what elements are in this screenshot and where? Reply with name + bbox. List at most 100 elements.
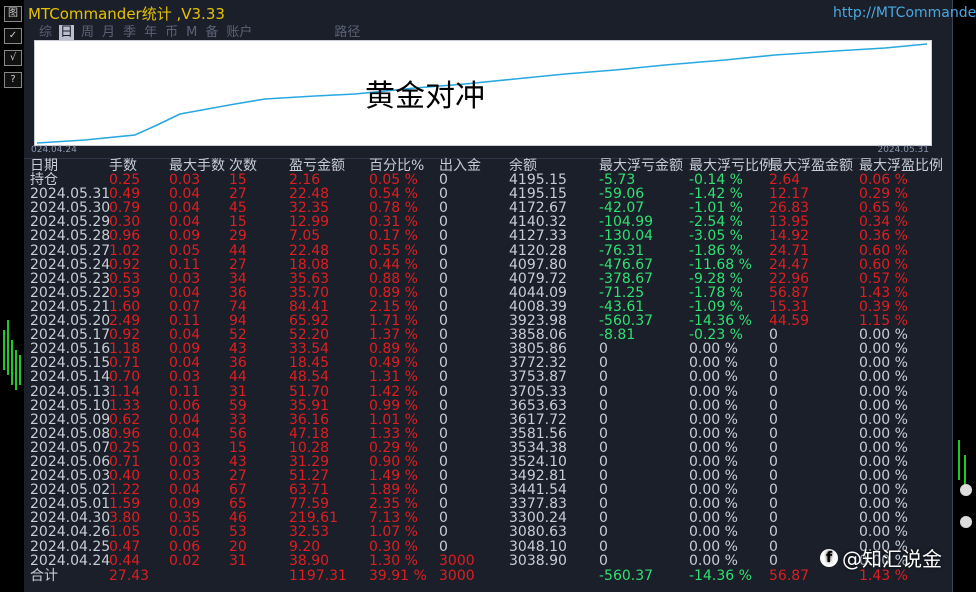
side-button-help[interactable]: ? bbox=[4, 72, 22, 88]
table-cell: 0 bbox=[439, 383, 448, 400]
table-cell: 2024.05.21 bbox=[30, 298, 111, 315]
table-cell: 0 bbox=[439, 341, 448, 358]
table-cell: 2024.05.10 bbox=[30, 397, 111, 414]
tab-week[interactable]: 周 bbox=[80, 25, 95, 41]
table-cell: 0 bbox=[599, 425, 608, 442]
table-cell: 0 bbox=[769, 411, 778, 428]
table-cell: 1.01 % bbox=[369, 411, 418, 428]
table-cell: -476.67 bbox=[599, 256, 654, 273]
header-max-lots[interactable]: 最大手数 bbox=[169, 159, 225, 173]
table-cell: 32.35 bbox=[289, 200, 330, 217]
table-cell: 4127.33 bbox=[509, 228, 567, 245]
table-cell: 0.00 % bbox=[689, 468, 738, 485]
table-cell: 48.54 bbox=[289, 369, 330, 386]
tab-summary[interactable]: 综 bbox=[38, 25, 53, 41]
header-count[interactable]: 次数 bbox=[229, 159, 257, 173]
tab-magic[interactable]: M bbox=[185, 25, 198, 41]
table-cell: 0 bbox=[769, 327, 778, 344]
table-cell: 0.35 bbox=[169, 510, 201, 527]
tab-day[interactable]: 日 bbox=[59, 25, 75, 41]
table-cell: 0.55 % bbox=[369, 242, 418, 259]
table-cell: 15 bbox=[229, 172, 247, 189]
table-cell: 0.00 % bbox=[859, 439, 908, 456]
table-cell: 0 bbox=[769, 453, 778, 470]
header-max-drawdown[interactable]: 最大浮亏金额 bbox=[599, 159, 683, 173]
header-balance[interactable]: 余额 bbox=[509, 159, 537, 173]
period-tabs: 综 日 周 月 季 年 币 M 备 账户 路径 bbox=[38, 25, 361, 41]
table-cell: 0 bbox=[439, 228, 448, 245]
header-lots[interactable]: 手数 bbox=[109, 159, 137, 173]
table-cell: 51.70 bbox=[289, 383, 330, 400]
table-cell: 27 bbox=[229, 468, 247, 485]
table-cell: 0 bbox=[439, 496, 448, 513]
table-cell: 33 bbox=[229, 411, 247, 428]
tab-note[interactable]: 备 bbox=[204, 25, 219, 41]
table-cell: 31 bbox=[229, 552, 247, 569]
header-max-floating-profit[interactable]: 最大浮盈金额 bbox=[769, 159, 853, 173]
table-cell: 0.00 % bbox=[689, 397, 738, 414]
table-cell: 0.00 % bbox=[689, 355, 738, 372]
stats-panel: MTCommander统计 ,V3.33 http://MTCommander … bbox=[24, 0, 976, 592]
table-cell: 10.28 bbox=[289, 439, 330, 456]
table-cell: 0 bbox=[439, 397, 448, 414]
table-cell: 2024.05.07 bbox=[30, 439, 111, 456]
table-cell: -0.14 % bbox=[689, 172, 743, 189]
table-cell: 1.30 % bbox=[369, 552, 418, 569]
table-cell: 合计 bbox=[30, 567, 58, 584]
side-button-3[interactable]: √ bbox=[4, 50, 22, 66]
table-cell: 0 bbox=[599, 397, 608, 414]
table-cell: 0.00 % bbox=[859, 510, 908, 527]
table-cell: 44.59 bbox=[769, 313, 810, 330]
table-cell: 0.00 % bbox=[689, 496, 738, 513]
tab-month[interactable]: 月 bbox=[101, 25, 116, 41]
table-cell: 2024.05.20 bbox=[30, 313, 111, 330]
table-cell: 35.91 bbox=[289, 397, 330, 414]
header-max-floating-profit-pct[interactable]: 最大浮盈比例 bbox=[859, 159, 943, 173]
tab-account[interactable]: 账户 bbox=[225, 25, 253, 41]
header-percent[interactable]: 百分比% bbox=[369, 159, 424, 173]
table-cell: 2024.04.30 bbox=[30, 510, 111, 527]
table-cell: 2.35 % bbox=[369, 496, 418, 513]
table-cell: 35.63 bbox=[289, 270, 330, 287]
table-cell: 4079.72 bbox=[509, 270, 567, 287]
table-cell: 36.16 bbox=[289, 411, 330, 428]
table-cell: 1.14 bbox=[109, 383, 141, 400]
tab-year[interactable]: 年 bbox=[143, 25, 158, 41]
table-cell: 0.00 % bbox=[689, 453, 738, 470]
table-cell: 0.00 % bbox=[689, 383, 738, 400]
table-cell: 43 bbox=[229, 453, 247, 470]
table-cell: 0.60 % bbox=[859, 256, 908, 273]
side-button-2[interactable]: ✓ bbox=[4, 28, 22, 44]
tab-quarter[interactable]: 季 bbox=[122, 25, 137, 41]
table-cell: 1.15 % bbox=[859, 313, 908, 330]
table-cell: 34 bbox=[229, 270, 247, 287]
table-cell: 3858.06 bbox=[509, 327, 567, 344]
table-cell: 0.09 bbox=[169, 341, 201, 358]
table-cell: 0.00 % bbox=[689, 510, 738, 527]
table-cell: 0.04 bbox=[169, 482, 201, 499]
table-cell: 2024.05.17 bbox=[30, 327, 111, 344]
table-cell: -560.37 bbox=[599, 313, 654, 330]
table-cell: 0.99 % bbox=[369, 397, 418, 414]
table-cell: 47.18 bbox=[289, 425, 330, 442]
table-cell: 0 bbox=[769, 369, 778, 386]
table-cell: 3000 bbox=[439, 567, 475, 584]
table-cell: 3038.90 bbox=[509, 552, 567, 569]
tab-currency[interactable]: 币 bbox=[164, 25, 179, 41]
table-cell: 56.87 bbox=[769, 284, 810, 301]
header-pnl[interactable]: 盈亏金额 bbox=[289, 159, 345, 173]
header-max-drawdown-pct[interactable]: 最大浮亏比例 bbox=[689, 159, 773, 173]
table-cell: 1.43 % bbox=[859, 284, 908, 301]
header-date[interactable]: 日期 bbox=[30, 159, 58, 173]
table-cell: 74 bbox=[229, 298, 247, 315]
tab-path[interactable]: 路径 bbox=[333, 25, 361, 41]
table-cell: 0.06 bbox=[169, 538, 201, 555]
table-cell: 0 bbox=[769, 524, 778, 541]
website-link[interactable]: http://MTCommander bbox=[833, 5, 976, 21]
table-cell: 0 bbox=[599, 341, 608, 358]
table-cell: 2024.05.02 bbox=[30, 482, 111, 499]
table-cell: 59 bbox=[229, 397, 247, 414]
header-deposit[interactable]: 出入金 bbox=[439, 159, 481, 173]
side-button-1[interactable]: 图 bbox=[4, 6, 22, 22]
table-cell: 84.41 bbox=[289, 298, 330, 315]
